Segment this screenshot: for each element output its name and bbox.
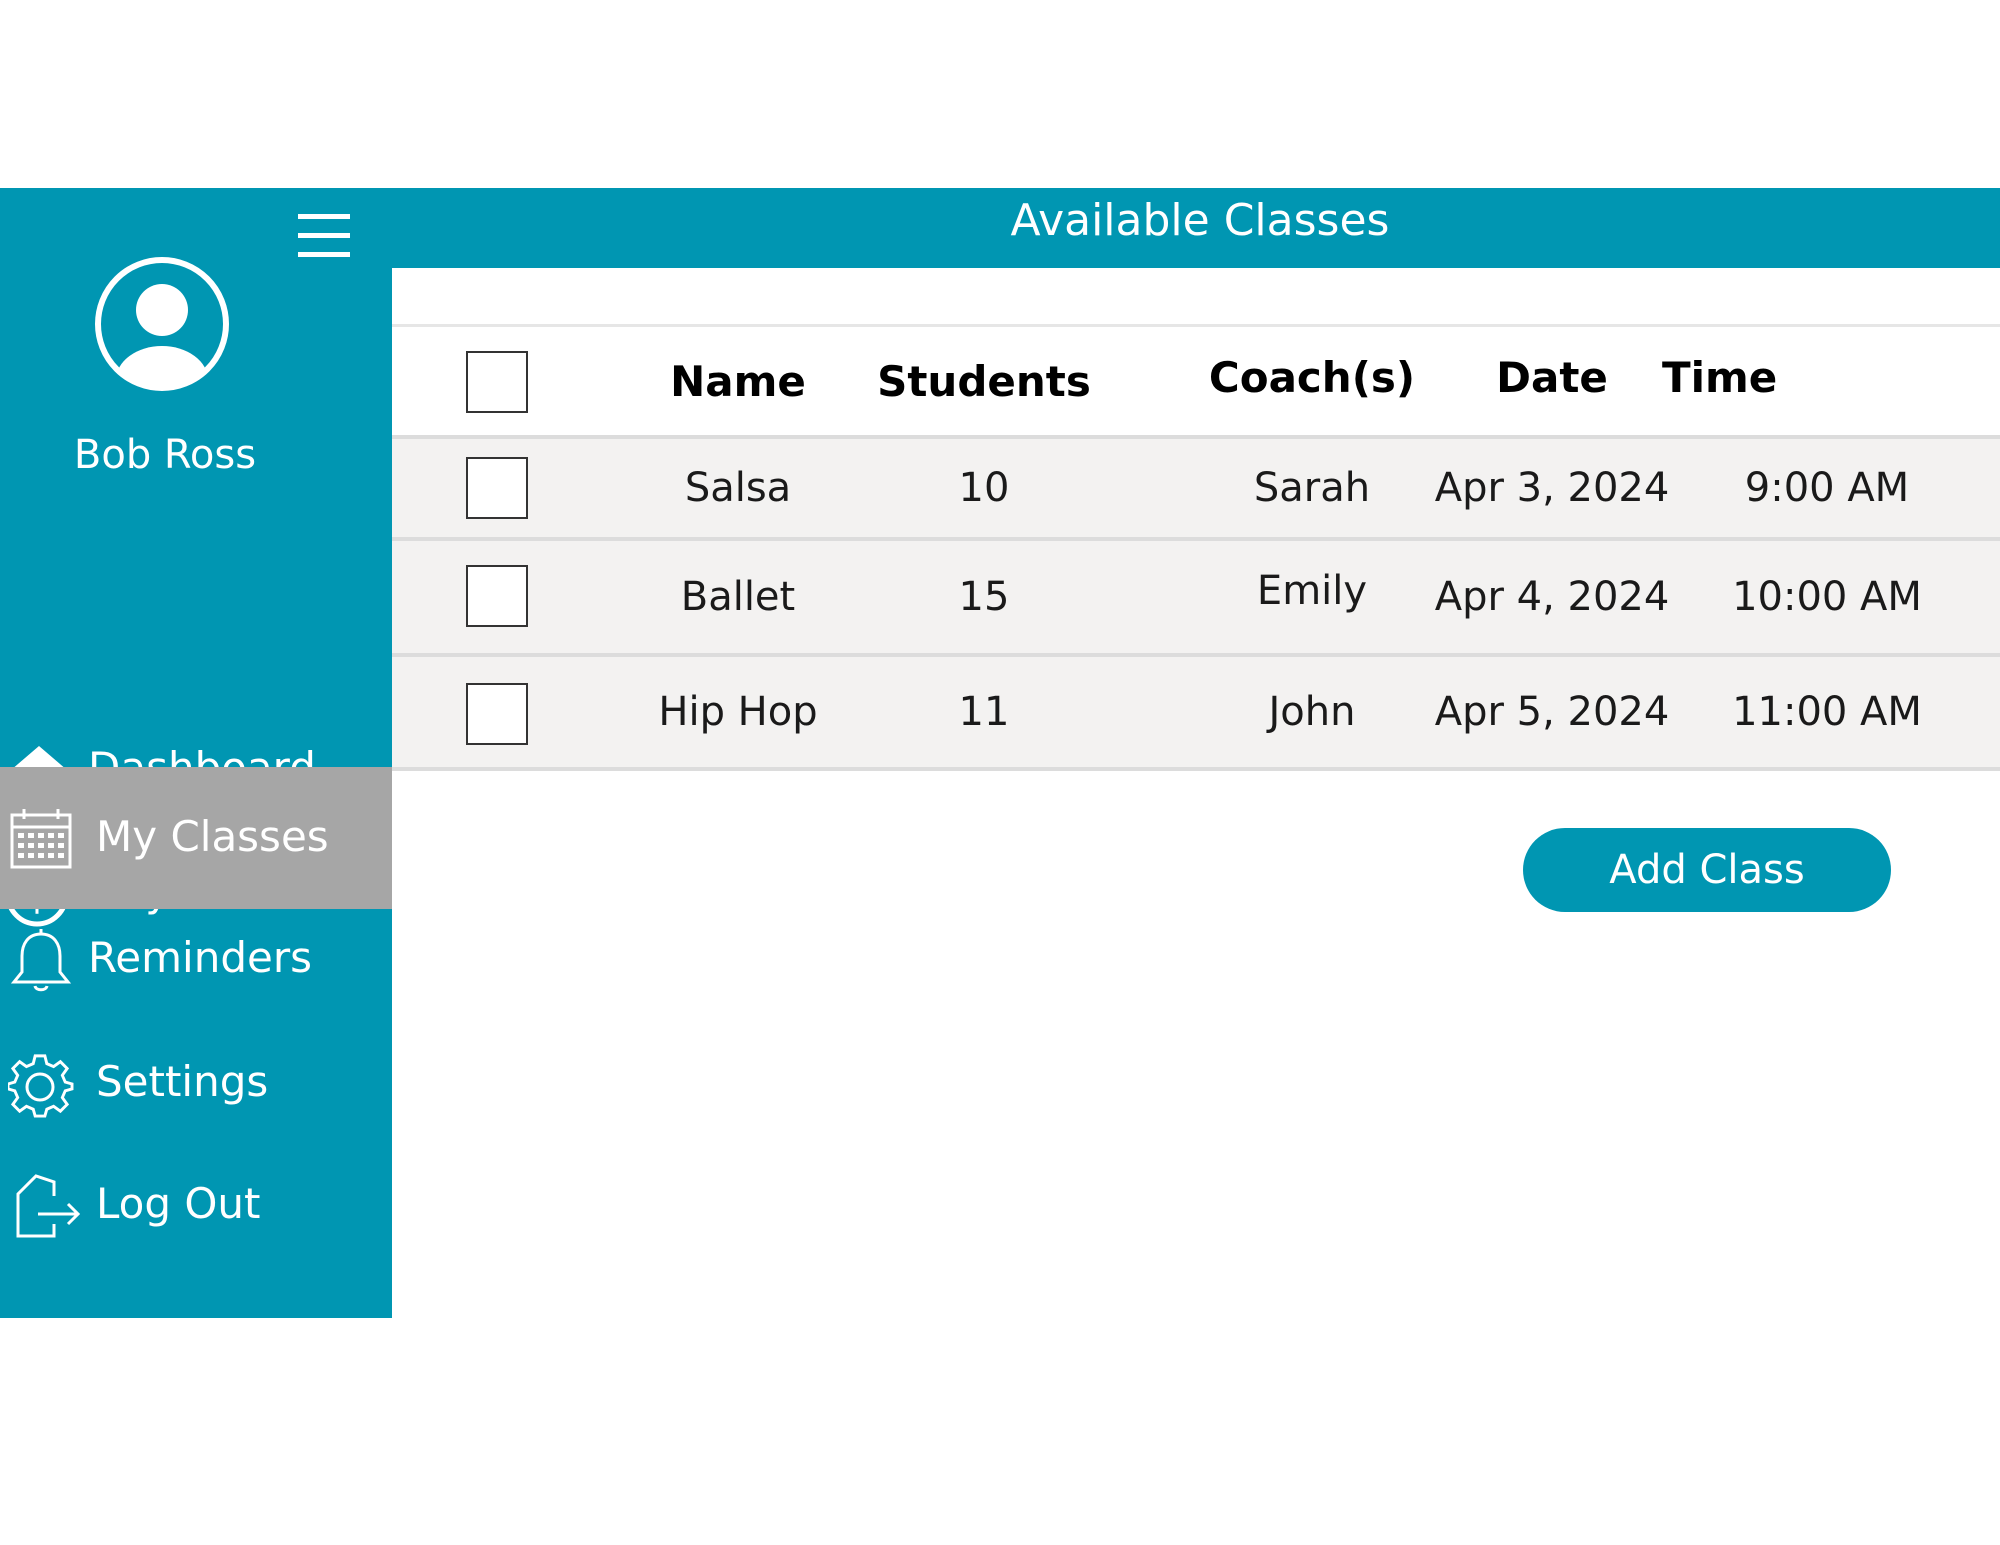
cell-date: Apr 3, 2024 bbox=[1434, 465, 1670, 511]
header-bar: Available Classes bbox=[392, 188, 2000, 268]
cell-date: Apr 5, 2024 bbox=[1434, 689, 1670, 735]
column-header-students[interactable]: Students bbox=[864, 327, 1104, 435]
row-checkbox[interactable] bbox=[466, 565, 528, 627]
calendar-icon bbox=[8, 805, 74, 871]
cell-students: 11 bbox=[958, 689, 1010, 735]
sidebar-item-label: My Classes bbox=[96, 812, 329, 861]
user-avatar-icon[interactable] bbox=[92, 254, 232, 394]
sidebar-item-label: Log Out bbox=[96, 1179, 261, 1228]
bell-icon bbox=[8, 928, 74, 994]
sidebar-item-label: Reminders bbox=[88, 933, 312, 982]
cell-time: 9:00 AM bbox=[1744, 465, 1910, 511]
page-title: Available Classes bbox=[1010, 195, 1390, 246]
select-all-checkbox[interactable] bbox=[466, 351, 528, 413]
cell-name: Salsa bbox=[684, 465, 792, 511]
cell-name: Hip Hop bbox=[658, 689, 818, 735]
sidebar: Bob Ross Dashboard $ Payments bbox=[0, 188, 392, 1318]
table-row[interactable]: Hip Hop 11 John Apr 5, 2024 11:00 AM bbox=[392, 657, 2000, 771]
add-class-button[interactable]: Add Class bbox=[1523, 828, 1891, 912]
row-checkbox[interactable] bbox=[466, 683, 528, 745]
sidebar-item-label: Settings bbox=[96, 1057, 269, 1106]
sidebar-item-my-classes[interactable]: My Classes bbox=[0, 767, 392, 909]
hamburger-menu-icon[interactable] bbox=[296, 208, 352, 264]
app-window: Bob Ross Dashboard $ Payments bbox=[0, 188, 2000, 1318]
column-header-time[interactable]: Time bbox=[1662, 327, 1962, 435]
cell-students: 15 bbox=[958, 574, 1010, 620]
sidebar-item-log-out[interactable]: Log Out bbox=[0, 1154, 392, 1274]
cell-coach: Sarah bbox=[1253, 465, 1371, 511]
cell-name: Ballet bbox=[680, 574, 796, 620]
column-header-coach[interactable]: Coach(s) bbox=[1192, 327, 1432, 435]
cell-time: 10:00 AM bbox=[1732, 574, 1922, 620]
cell-students: 10 bbox=[958, 465, 1010, 511]
cell-date: Apr 4, 2024 bbox=[1434, 574, 1670, 620]
cell-coach: John bbox=[1268, 689, 1356, 735]
main-content: Available Classes Name Students Coach(s)… bbox=[392, 188, 2000, 1318]
row-checkbox[interactable] bbox=[466, 457, 528, 519]
logout-icon bbox=[14, 1174, 81, 1240]
gear-icon bbox=[6, 1054, 74, 1120]
table-header-row: Name Students Coach(s) Date Time bbox=[392, 324, 2000, 439]
cell-time: 11:00 AM bbox=[1732, 689, 1922, 735]
column-header-date[interactable]: Date bbox=[1432, 327, 1672, 435]
column-header-name[interactable]: Name bbox=[572, 327, 904, 435]
sidebar-item-reminders[interactable]: Reminders bbox=[0, 908, 392, 1028]
table-row[interactable]: Ballet 15 Emily Apr 4, 2024 10:00 AM bbox=[392, 541, 2000, 657]
sidebar-item-settings[interactable]: Settings bbox=[0, 1030, 392, 1150]
table-row[interactable]: Salsa 10 Sarah Apr 3, 2024 9:00 AM bbox=[392, 439, 2000, 541]
cell-coach: Emily bbox=[1256, 568, 1368, 614]
user-name: Bob Ross bbox=[73, 432, 257, 478]
